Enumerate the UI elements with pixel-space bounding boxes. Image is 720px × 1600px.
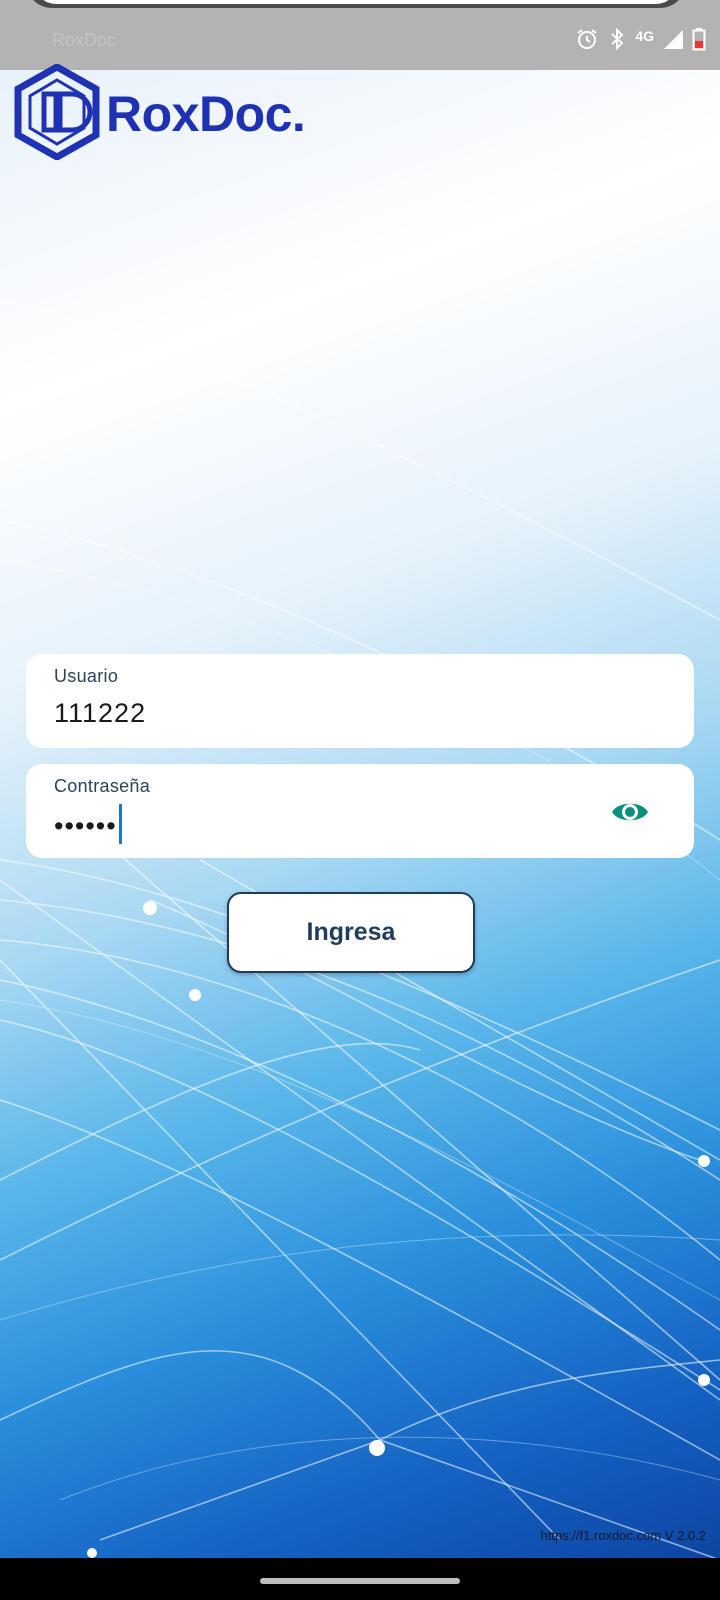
usuario-label: Usuario [54, 666, 119, 686]
version-text: https://f1.roxdoc.com V 2.0.2 [540, 1528, 706, 1543]
logo-text: RoxDoc. [106, 86, 306, 142]
usuario-value[interactable]: 111222 [54, 698, 146, 729]
home-indicator[interactable] [260, 1578, 460, 1584]
battery-icon [692, 27, 706, 56]
login-screen: RoxDoc 4G RoxDoc. Usuario 111222 Contras… [0, 0, 720, 1600]
status-bar: RoxDoc 4G [0, 0, 720, 70]
password-label: Contraseña [54, 776, 151, 796]
password-field[interactable]: Contraseña •••••• [26, 764, 694, 858]
password-value-wrap[interactable]: •••••• [54, 804, 122, 848]
password-value: •••••• [54, 811, 117, 842]
alarm-icon [575, 27, 599, 56]
logo-mark-icon [14, 62, 100, 165]
signal-icon [662, 28, 684, 55]
status-icons: 4G [575, 26, 706, 56]
eye-icon[interactable] [610, 792, 650, 832]
ingresa-button[interactable]: Ingresa [227, 892, 475, 973]
status-bar-app-title: RoxDoc [52, 30, 117, 50]
navigation-bar [0, 1558, 720, 1600]
bluetooth-icon [607, 27, 627, 56]
usuario-field[interactable]: Usuario 111222 [26, 654, 694, 748]
text-cursor [118, 804, 122, 844]
app-preview-inner [34, 0, 678, 4]
network-type-label: 4G [635, 28, 654, 44]
roxdoc-logo: RoxDoc. [14, 62, 306, 165]
